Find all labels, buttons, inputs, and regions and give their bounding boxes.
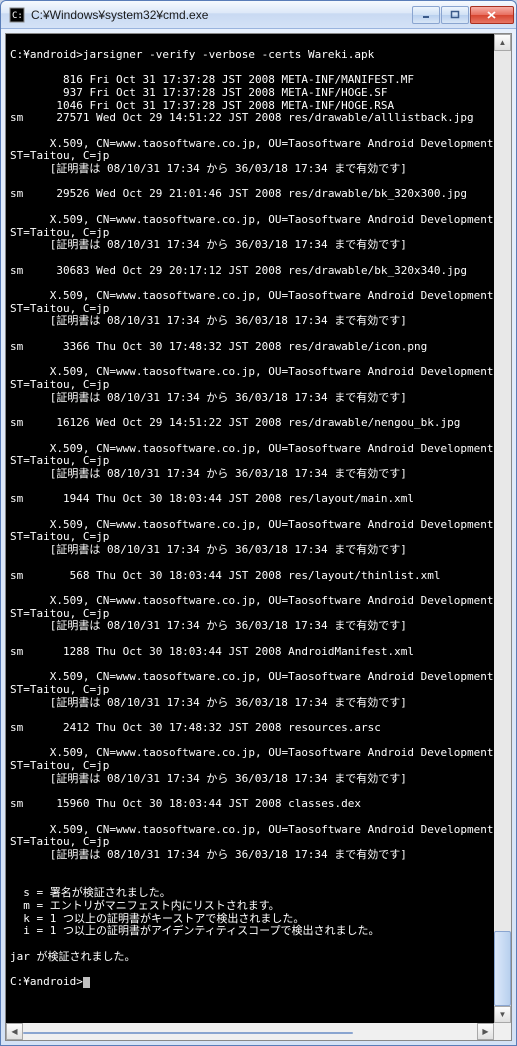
window-title: C:¥Windows¥system32¥cmd.exe xyxy=(31,8,412,22)
scroll-right-button[interactable]: ▶ xyxy=(477,1023,494,1040)
titlebar[interactable]: C: C:¥Windows¥system32¥cmd.exe xyxy=(1,1,516,29)
scroll-left-button[interactable]: ◀ xyxy=(6,1023,23,1040)
horizontal-scrollbar[interactable]: ◀ ▶ xyxy=(6,1023,494,1040)
terminal-output[interactable]: C:¥android>jarsigner -verify -verbose -c… xyxy=(6,34,511,1034)
close-button[interactable] xyxy=(470,6,514,24)
scroll-down-button[interactable]: ▼ xyxy=(494,1006,511,1023)
cmd-window: C: C:¥Windows¥system32¥cmd.exe C:¥androi… xyxy=(0,0,517,1046)
svg-text:C:: C: xyxy=(12,11,23,21)
cmd-icon: C: xyxy=(9,7,25,23)
window-controls xyxy=(412,6,514,24)
scroll-track-v[interactable] xyxy=(494,51,511,1006)
scrollbar-corner xyxy=(494,1023,511,1040)
terminal-container: C:¥android>jarsigner -verify -verbose -c… xyxy=(5,33,512,1041)
scroll-thumb-v[interactable] xyxy=(494,931,511,1006)
vertical-scrollbar[interactable]: ▲ ▼ xyxy=(494,34,511,1023)
minimize-button[interactable] xyxy=(412,6,440,24)
maximize-button[interactable] xyxy=(441,6,469,24)
scroll-thumb-h[interactable] xyxy=(23,1032,353,1034)
scroll-up-button[interactable]: ▲ xyxy=(494,34,511,51)
